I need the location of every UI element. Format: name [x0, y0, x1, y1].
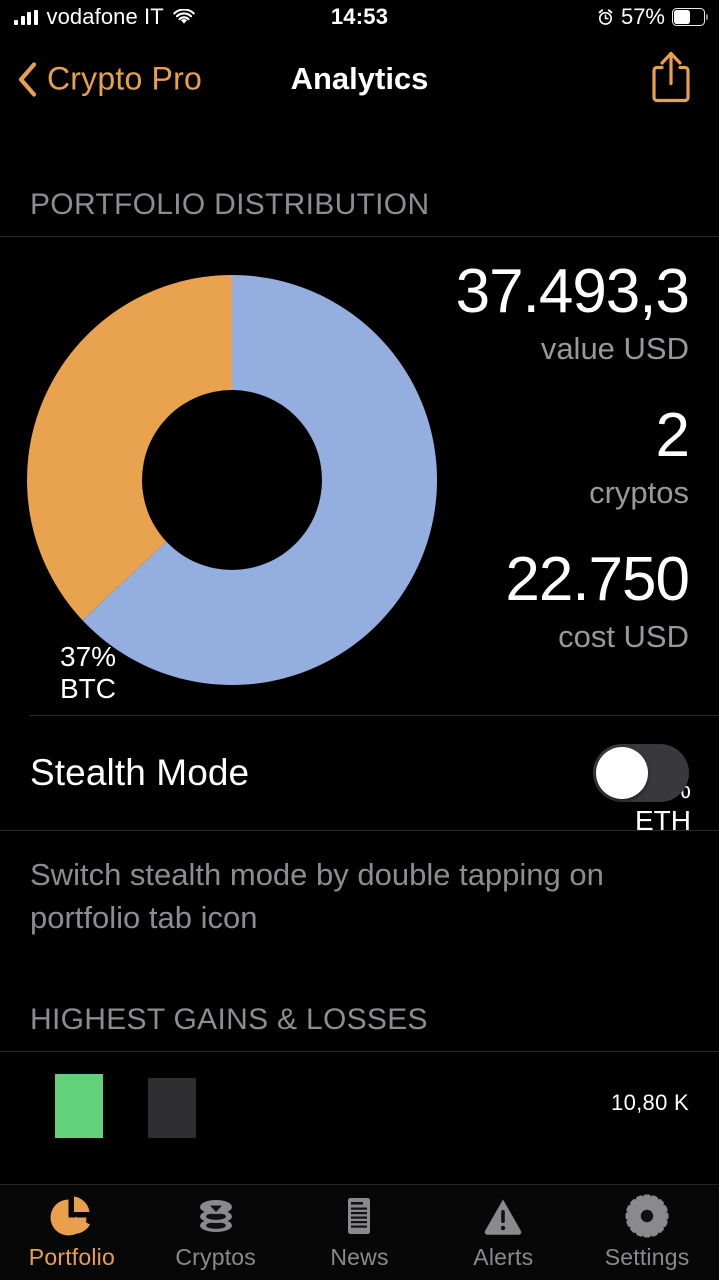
tab-news[interactable]: News — [288, 1194, 432, 1271]
tab-alerts[interactable]: Alerts — [431, 1194, 575, 1271]
tab-portfolio[interactable]: Portfolio — [0, 1194, 144, 1271]
stealth-mode-label: Stealth Mode — [30, 752, 250, 793]
tab-bar: Portfolio Cryptos News Alerts Settings — [0, 1184, 719, 1280]
share-icon — [649, 51, 693, 108]
gains-chart-axis-label: 10,80 K — [611, 1090, 689, 1115]
status-bar: vodafone IT 14:53 57% — [0, 0, 719, 34]
battery-percent-label: 57% — [620, 4, 665, 29]
navigation-bar: Crypto Pro Analytics — [0, 34, 719, 124]
donut-slice-label-btc: 37% BTC — [60, 641, 117, 704]
pie-chart-icon — [49, 1194, 95, 1238]
section-header-gains: HIGHEST GAINS & LOSSES — [30, 1003, 428, 1036]
tab-label: News — [330, 1244, 389, 1270]
stat-value-crypto-count: 2 — [655, 401, 690, 470]
share-button[interactable] — [649, 50, 693, 109]
battery-icon — [672, 8, 708, 26]
section-header-distribution: PORTFOLIO DISTRIBUTION — [30, 188, 430, 221]
stat-label-crypto-count: cryptos — [589, 475, 689, 510]
coins-stack-icon — [193, 1194, 239, 1238]
stat-value-cost: 22.750 — [505, 545, 690, 614]
scroll-content[interactable]: PORTFOLIO DISTRIBUTION 37% BTC 63% ETH 3… — [0, 124, 719, 1184]
portfolio-donut-chart — [27, 275, 438, 685]
tab-cryptos[interactable]: Cryptos — [144, 1194, 288, 1271]
gains-losses-chart[interactable]: 10,80 K — [0, 1052, 719, 1138]
donut-center-hole — [142, 390, 322, 570]
alarm-clock-icon — [597, 8, 614, 26]
warning-triangle-icon — [480, 1194, 526, 1238]
gain-bar — [55, 1074, 103, 1138]
stealth-mode-toggle[interactable] — [593, 744, 689, 802]
portfolio-stats: 37.493,3 value USD 2 cryptos 22.750 cost… — [419, 257, 690, 657]
stat-label-portfolio-value: value USD — [540, 331, 689, 366]
tab-label: Alerts — [473, 1244, 534, 1270]
stat-value-portfolio-value: 37.493,3 — [455, 257, 690, 326]
page-title: Analytics — [290, 61, 429, 96]
app-screen: vodafone IT 14:53 57% Crypto Pro Analyti… — [0, 0, 719, 1280]
document-lines-icon — [336, 1194, 382, 1238]
toggle-knob — [596, 747, 648, 799]
tab-label: Settings — [604, 1244, 690, 1270]
stealth-mode-footnote: Switch stealth mode by double tapping on… — [30, 857, 604, 935]
loss-bar — [148, 1078, 196, 1138]
gear-icon — [624, 1194, 670, 1238]
portfolio-distribution-block: 37% BTC 63% ETH 37.493,3 value USD 2 cry… — [0, 237, 719, 836]
stealth-mode-row[interactable]: Stealth Mode — [0, 716, 719, 830]
tab-label: Cryptos — [175, 1244, 257, 1270]
tab-label: Portfolio — [28, 1244, 115, 1270]
tab-settings[interactable]: Settings — [575, 1194, 719, 1271]
status-bar-right: 57% — [597, 4, 708, 30]
stat-label-cost: cost USD — [558, 619, 689, 654]
